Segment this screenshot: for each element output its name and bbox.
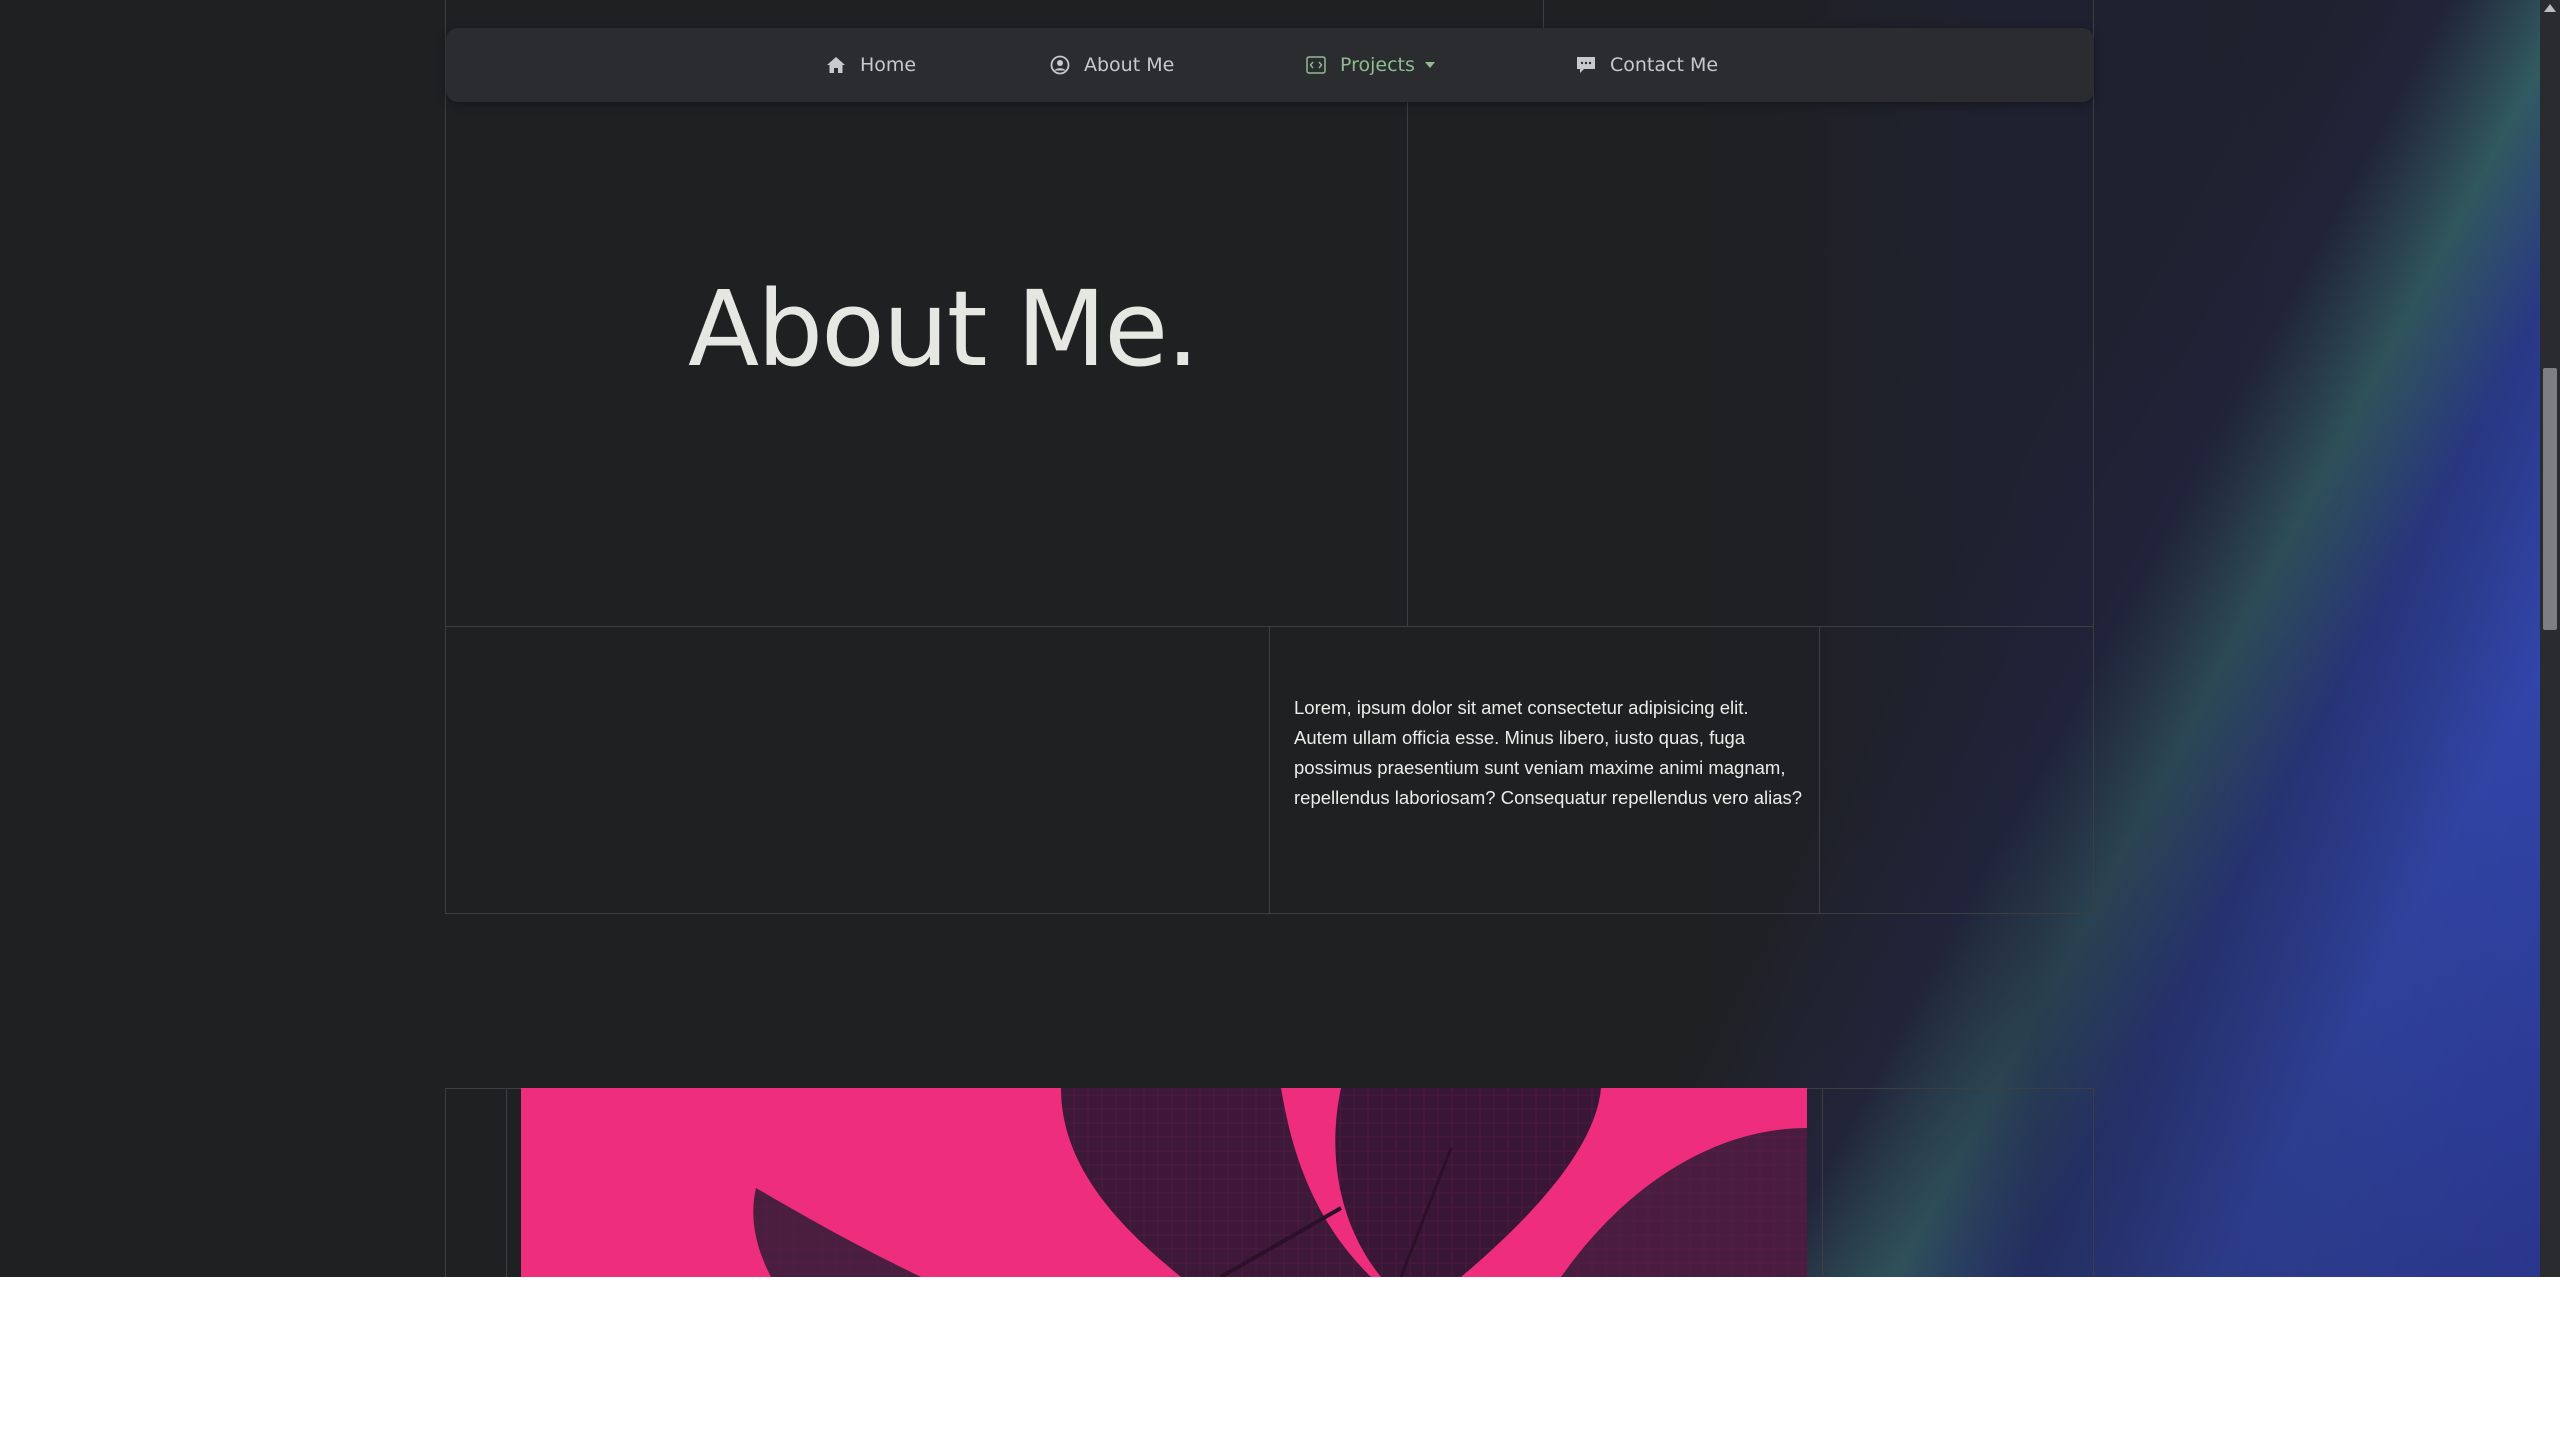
grid-line xyxy=(1543,0,1544,30)
chevron-down-icon xyxy=(1424,62,1435,68)
page-title: About Me. xyxy=(688,268,1199,390)
grid-line xyxy=(2093,1088,2094,1277)
user-circle-icon xyxy=(1050,55,1070,75)
project-image[interactable] xyxy=(521,1088,1807,1277)
about-paragraph: Lorem, ipsum dolor sit amet consectetur … xyxy=(1294,697,1803,808)
blank-area xyxy=(0,1277,2560,1440)
nav-about-label: About Me xyxy=(1084,54,1175,76)
nav-projects-label: Projects xyxy=(1340,54,1415,76)
main-navbar: Home About Me Projects Contact Me xyxy=(446,28,2094,102)
nav-home[interactable]: Home xyxy=(826,28,916,102)
vertical-scrollbar[interactable] xyxy=(2540,0,2560,1277)
grid-line xyxy=(445,913,2094,914)
nav-contact-label: Contact Me xyxy=(1610,54,1719,76)
scrollbar-thumb[interactable] xyxy=(2543,368,2557,630)
grid-line xyxy=(1269,626,1270,914)
grid-line xyxy=(1819,626,1820,914)
grid-line xyxy=(445,0,446,914)
nav-home-label: Home xyxy=(860,54,917,76)
grid-line xyxy=(2093,0,2094,914)
nav-contact[interactable]: Contact Me xyxy=(1576,28,1718,102)
grid-line xyxy=(506,1088,507,1277)
nav-projects-dropdown[interactable]: Projects xyxy=(1306,28,1435,102)
nav-about[interactable]: About Me xyxy=(1050,28,1174,102)
page-viewport: About Me. Lorem, ipsum dolor sit amet co… xyxy=(0,0,2540,1277)
leaf-illustration xyxy=(753,1088,1807,1277)
grid-line xyxy=(445,1088,446,1277)
scroll-up-arrow-icon[interactable] xyxy=(2544,4,2556,12)
background-glow-overlay xyxy=(1700,0,2540,1277)
grid-line xyxy=(1822,1088,1823,1277)
code-icon xyxy=(1306,55,1326,75)
chat-icon xyxy=(1576,55,1596,75)
home-icon xyxy=(826,55,846,75)
grid-line xyxy=(1407,102,1408,626)
